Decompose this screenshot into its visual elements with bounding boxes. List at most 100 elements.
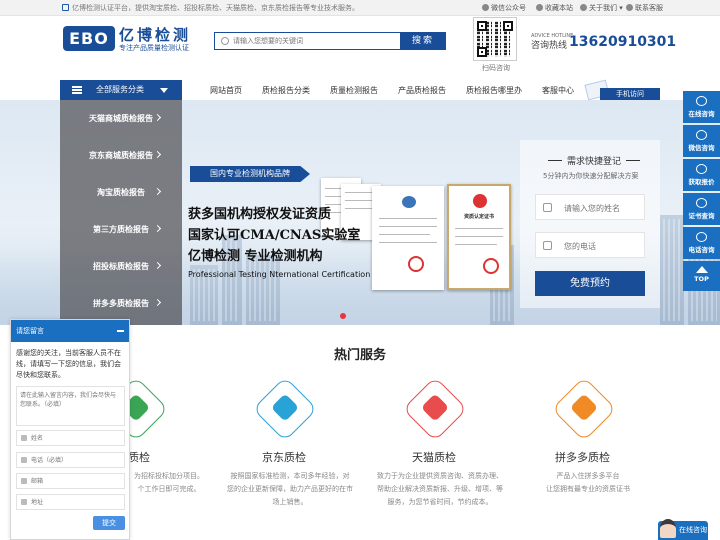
search-button[interactable]: 搜索: [400, 32, 446, 50]
mobile-visit-button[interactable]: 手机访问: [600, 88, 660, 100]
carousel-dots: [340, 313, 348, 321]
location-icon: [21, 499, 27, 505]
phone-icon: [21, 457, 27, 463]
name-field: [535, 194, 645, 220]
nav-where-to-apply[interactable]: 质检报告哪里办: [466, 85, 522, 96]
category-side-menu: 天猫商城质检报告 京东商城质检报告 淘宝质检报告 第三方质检报告 招投标质检报告…: [60, 100, 182, 325]
chat-phone-input[interactable]: [31, 455, 121, 466]
top-notice: 亿博检测认证平台，提供淘宝质检、招投标质检、天猫质检、京东质检报告等专业技术服务…: [72, 4, 359, 12]
free-booking-button[interactable]: 免费预约: [535, 271, 645, 296]
side-item-pinduoduo[interactable]: 拼多多质检报告: [60, 285, 182, 322]
star-icon: [536, 4, 543, 11]
cert-line: [345, 208, 375, 209]
brand-slogan: 专注产品质量检测认证: [119, 44, 189, 52]
phone-icon: [696, 232, 707, 242]
side-item-taobao[interactable]: 淘宝质检报告: [60, 174, 182, 211]
right-wechat-consult[interactable]: 微信咨询: [683, 125, 720, 157]
phone-input[interactable]: [564, 238, 642, 254]
category-menu-button[interactable]: 全部服务分类: [60, 80, 182, 100]
online-consult-button[interactable]: 在线咨询: [658, 519, 708, 540]
chat-address-field: [16, 494, 125, 510]
chat-message: 感谢您的关注，当前客服人员不在线，请填写一下您的信息，我们会尽快和您联系。: [16, 349, 121, 379]
about-us-link[interactable]: 关于我们 ▾: [580, 3, 623, 13]
minimize-icon[interactable]: [117, 330, 124, 332]
side-item-third-party[interactable]: 第三方质检报告: [60, 211, 182, 248]
nav-product-reports[interactable]: 产品质检报告: [398, 85, 446, 96]
chat-email-input[interactable]: [31, 476, 121, 487]
right-get-quote[interactable]: 获取报价: [683, 159, 720, 191]
service-desc-pinduoduo: 严品入住拼多多平台 让您拥有最专业的资质证书: [546, 472, 630, 493]
service-desc-jd: 按照国家标准检测，本司多年经验，对 您的企业更新保障，助力产品更好的在市 场上销…: [227, 472, 353, 506]
nav-home[interactable]: 网站首页: [210, 85, 242, 96]
name-input[interactable]: [564, 200, 642, 216]
banner-headline-1: 获多国机构授权发证资质: [188, 207, 332, 222]
brand-name: 亿博检测: [119, 26, 192, 44]
qr-caption: 扫码咨询: [482, 64, 510, 72]
message-textarea[interactable]: [16, 386, 125, 426]
right-certificate-query[interactable]: 证书查询: [683, 193, 720, 225]
logo[interactable]: EBO: [63, 26, 115, 51]
chat-phone-field: [16, 452, 125, 468]
chat-header[interactable]: 请您留言: [11, 320, 129, 342]
nav-quality-testing[interactable]: 质量检测报告: [330, 85, 378, 96]
service-icon-pinduoduo[interactable]: [551, 376, 617, 442]
service-icon-tmall[interactable]: [402, 376, 468, 442]
service-icon-jd[interactable]: [252, 376, 318, 442]
register-title: 需求快捷登记: [543, 154, 645, 167]
caret-down-icon: [160, 88, 168, 93]
user-icon: [543, 203, 552, 212]
side-item-jd[interactable]: 京东商城质检报告: [60, 137, 182, 174]
qr-corner: [503, 21, 513, 31]
nav-service-center[interactable]: 客服中心: [542, 85, 574, 96]
chat-submit-button[interactable]: 提交: [93, 516, 125, 530]
menu-icon: [72, 86, 82, 94]
national-emblem-icon: [473, 194, 487, 208]
cert-line: [379, 242, 437, 243]
carousel-dot-active[interactable]: [340, 313, 346, 319]
red-seal-icon: [408, 256, 424, 272]
service-name-tmall[interactable]: 天猫质检: [412, 449, 456, 465]
search-box: 搜索: [214, 32, 446, 50]
qr-corner: [477, 47, 487, 57]
coupon-icon: [270, 393, 300, 422]
rocket-icon: [569, 393, 599, 422]
chat-name-input[interactable]: [31, 433, 121, 444]
cert-line: [455, 244, 497, 245]
service-desc-tmall: 致力于为企业提供资质咨询、资质办理、 帮助企业解决资质新报、升级、增项、等 服务…: [377, 472, 503, 506]
qualification-certificate-image: 资质认定证书: [447, 184, 511, 290]
building: [660, 215, 684, 325]
site-icon: [62, 4, 69, 11]
service-name-jd[interactable]: 京东质检: [262, 449, 306, 465]
search-input[interactable]: [233, 33, 399, 49]
cert-line: [379, 226, 437, 227]
banner-tag: 国内专业检测机构品牌: [190, 166, 310, 182]
wechat-icon: [696, 130, 707, 140]
cert-line: [379, 234, 430, 235]
qr-code: [473, 17, 517, 61]
register-subtitle: 5分钟内为你快速分配解决方案: [543, 172, 639, 180]
phone-field: [535, 232, 645, 258]
service-name-pinduoduo[interactable]: 拼多多质检: [555, 449, 610, 465]
banner-headline-2: 国家认可CMA/CNAS实验室: [188, 228, 361, 243]
nav-report-categories[interactable]: 质检报告分类: [262, 85, 310, 96]
side-item-bidding[interactable]: 招投标质检报告: [60, 248, 182, 285]
chat-address-input[interactable]: [31, 497, 121, 508]
back-to-top-button[interactable]: TOP: [683, 261, 720, 291]
hotline-number: 13620910301: [569, 34, 677, 50]
headset-icon: [626, 4, 633, 11]
contact-service-link[interactable]: 联系客服: [626, 3, 663, 13]
badge-icon: [420, 393, 450, 422]
agent-avatar: [660, 519, 676, 538]
side-item-tmall[interactable]: 天猫商城质检报告: [60, 100, 182, 137]
right-online-consult[interactable]: 在线咨询: [683, 91, 720, 123]
chevron-right-icon: [153, 261, 162, 270]
chevron-right-icon: [153, 113, 162, 122]
arrow-up-icon: [695, 266, 708, 273]
chat-name-field: [16, 430, 125, 446]
quote-icon: [696, 164, 707, 174]
right-phone-consult[interactable]: 电话咨询: [683, 227, 720, 259]
chevron-right-icon: [153, 150, 162, 159]
bookmark-link[interactable]: 收藏本站: [536, 3, 573, 13]
cert-title: 资质认定证书: [463, 214, 494, 220]
wechat-public-link[interactable]: 微信公众号: [482, 3, 526, 13]
